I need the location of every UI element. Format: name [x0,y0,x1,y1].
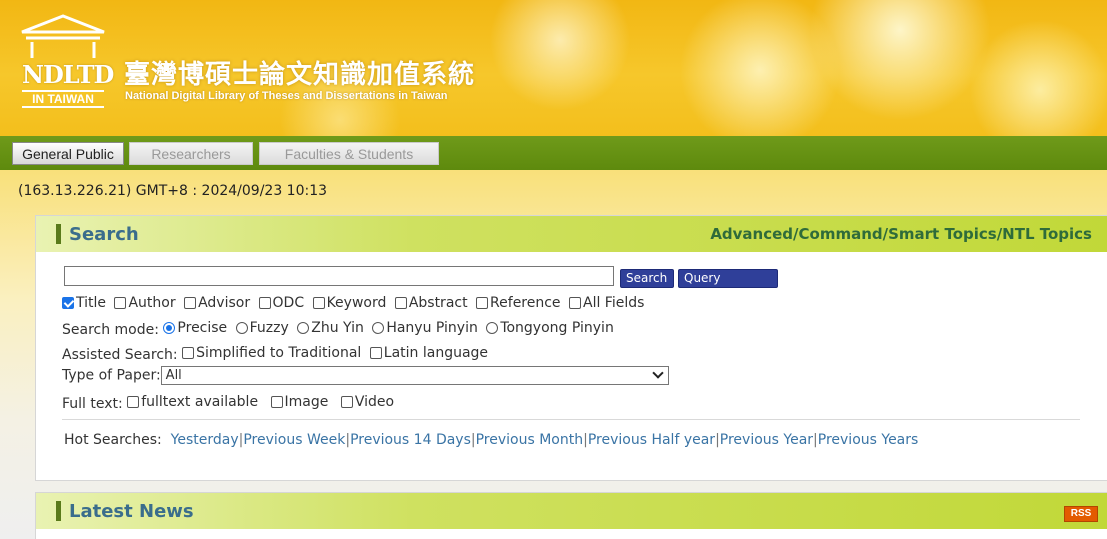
query-expansion-button[interactable]: Query expansion [678,269,778,302]
field-option-abstract[interactable]: Abstract [394,295,468,311]
mode-option-tongyong-pinyin[interactable]: Tongyong Pinyin [486,320,614,336]
search-button[interactable]: Search [620,269,674,288]
advisor-checkbox[interactable] [184,297,197,309]
odc-checkbox[interactable] [258,297,271,309]
hot-link-previous-14-days[interactable]: Previous 14 Days [350,432,471,448]
advanced-search-link[interactable]: Advanced/Command/Smart Topics/NTL Topics [710,225,1092,243]
hanyu-pinyin-radio[interactable] [372,322,385,334]
header-accent-bar [56,501,61,521]
tongyong-pinyin-radio[interactable] [486,322,499,334]
paper-type-row: Type of Paper: All [62,366,669,385]
search-panel-header: Search Advanced/Command/Smart Topics/NTL… [36,216,1107,252]
ip-time-status: (163.13.226.21) GMT+8 : 2024/09/23 10:13 [18,183,328,199]
header-accent-bar [56,224,61,244]
audience-tab-bar: General Public Researchers Faculties & S… [0,136,1107,170]
paper-type-select[interactable]: All [160,366,669,385]
hot-searches-label: Hot Searches: [64,432,162,448]
reference-checkbox[interactable] [476,297,489,309]
assisted-search-label: Assisted Search: [62,347,178,363]
mode-option-zhu-yin[interactable]: Zhu Yin [297,320,364,336]
title-checkbox[interactable] [62,297,74,309]
field-option-advisor[interactable]: Advisor [184,295,250,311]
tab-researchers[interactable]: Researchers [129,142,253,165]
logo-subtext: IN TAIWAN [22,90,104,108]
fulltext-option-video[interactable]: Video [340,394,394,410]
site-title-english: National Digital Library of Theses and D… [125,90,448,102]
logo-text: NDLTD [22,60,114,89]
field-option-odc[interactable]: ODC [258,295,304,311]
all-fields-checkbox[interactable] [569,297,581,309]
paper-type-label: Type of Paper: [62,367,161,384]
site-banner: NDLTD IN TAIWAN 臺灣博碩士論文知識加值系統 National D… [0,0,1107,136]
zhu-yin-radio[interactable] [297,322,310,334]
tab-faculties-students[interactable]: Faculties & Students [259,142,439,165]
search-mode-label: Search mode: [62,322,159,338]
latest-news-panel: Latest News RSS [35,492,1107,539]
divider [62,419,1080,420]
assisted-option-simplified[interactable]: Simplified to Traditional [182,345,361,361]
rss-icon[interactable]: RSS [1064,506,1098,522]
latest-news-title: Latest News [69,501,194,522]
fuzzy-radio[interactable] [235,322,248,334]
assisted-search-row: Assisted Search: Simplified to Tradition… [62,345,492,363]
site-title-chinese: 臺灣博碩士論文知識加值系統 [124,60,476,90]
field-option-all-fields[interactable]: All Fields [569,295,644,311]
chevron-down-icon [652,367,664,379]
tab-general-public[interactable]: General Public [12,142,124,165]
search-panel-title: Search [69,224,139,245]
video-checkbox[interactable] [340,396,353,408]
fulltext-available-checkbox[interactable] [127,396,140,408]
precise-radio[interactable] [163,322,176,334]
mode-option-precise[interactable]: Precise [163,320,227,336]
search-input[interactable] [64,266,614,286]
fulltext-row: Full text: fulltext available Image Vide… [62,394,398,412]
latest-news-header: Latest News RSS [36,493,1107,529]
search-fields-row: Title Author Advisor ODC Keyword Abstrac… [62,295,648,313]
simplified-checkbox[interactable] [182,347,195,359]
search-mode-row: Search mode: Precise Fuzzy Zhu Yin Hanyu… [62,320,618,338]
mode-option-fuzzy[interactable]: Fuzzy [235,320,289,336]
hot-link-previous-month[interactable]: Previous Month [476,432,584,448]
field-option-keyword[interactable]: Keyword [312,295,386,311]
search-panel: Search Advanced/Command/Smart Topics/NTL… [35,215,1107,481]
fulltext-option-image[interactable]: Image [270,394,328,410]
hot-link-yesterday[interactable]: Yesterday [171,432,239,448]
field-option-title[interactable]: Title [62,295,106,311]
hot-searches-row: Hot Searches: Yesterday|Previous Week|Pr… [64,432,919,448]
ndltd-logo[interactable]: NDLTD IN TAIWAN [18,14,114,108]
field-option-reference[interactable]: Reference [476,295,561,311]
hot-link-previous-week[interactable]: Previous Week [243,432,345,448]
latin-checkbox[interactable] [369,347,382,359]
hot-link-previous-half-year[interactable]: Previous Half year [588,432,715,448]
abstract-checkbox[interactable] [394,297,407,309]
hot-link-previous-year[interactable]: Previous Year [720,432,813,448]
keyword-checkbox[interactable] [312,297,325,309]
fulltext-option-available[interactable]: fulltext available [127,394,258,410]
author-checkbox[interactable] [114,297,127,309]
hot-link-previous-years[interactable]: Previous Years [818,432,919,448]
field-option-author[interactable]: Author [114,295,176,311]
assisted-option-latin[interactable]: Latin language [369,345,488,361]
fulltext-label: Full text: [62,396,123,412]
mode-option-hanyu-pinyin[interactable]: Hanyu Pinyin [372,320,478,336]
building-logo-icon [21,14,105,58]
image-checkbox[interactable] [270,396,283,408]
